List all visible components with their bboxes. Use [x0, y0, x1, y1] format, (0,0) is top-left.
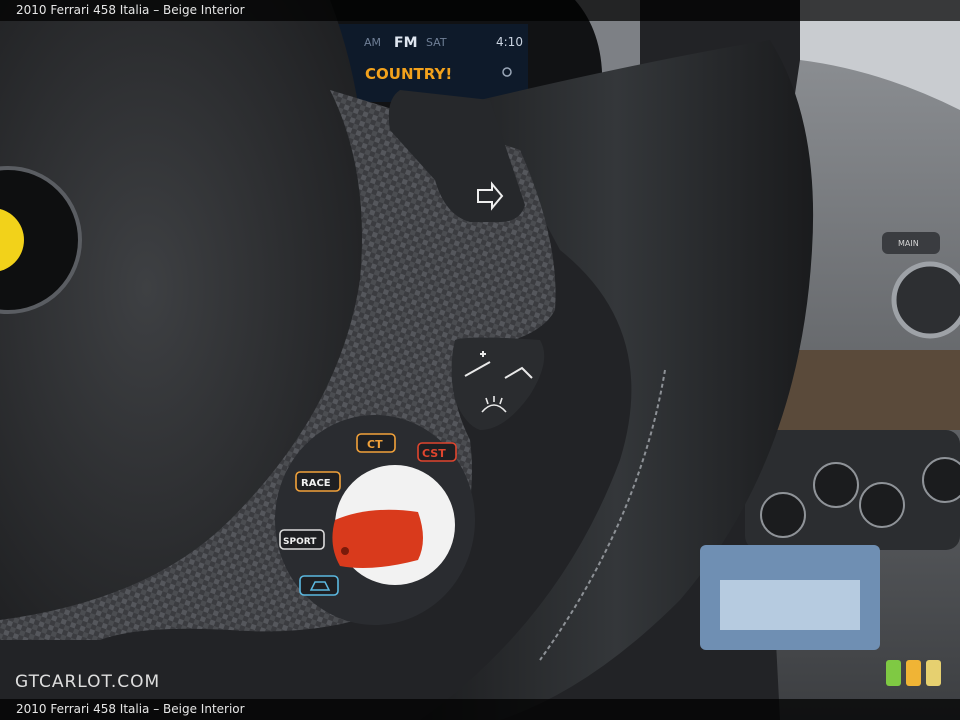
caption-top: 2010 Ferrari 458 Italia – Beige Interior — [0, 0, 960, 21]
radio-time: 4:10 — [496, 35, 523, 49]
watermark: GTCARLOT.COM — [15, 672, 161, 692]
navigation-screen-panel — [720, 580, 860, 630]
climate-knob-1[interactable] — [760, 492, 806, 538]
caption-bottom: 2010 Ferrari 458 Italia – Beige Interior — [0, 699, 960, 720]
radio-band-am: AM — [364, 36, 381, 49]
logo-block-yellow — [926, 660, 941, 686]
climate-knob-2[interactable] — [813, 462, 859, 508]
climate-knob-4[interactable] — [922, 457, 960, 503]
photo-frame: AM FM SAT 4:10 COUNTRY! UP CT CST RACE S… — [0, 0, 960, 720]
radio-band-fm: FM — [394, 35, 418, 51]
wet-mode-label[interactable] — [299, 575, 339, 596]
console-dial[interactable] — [891, 261, 960, 339]
radio-station: COUNTRY! — [365, 65, 452, 83]
manettino-knob[interactable] — [332, 509, 423, 568]
climate-knob-3[interactable] — [859, 482, 905, 528]
mode-sport-text: SPORT — [283, 537, 317, 547]
mode-race-text: RACE — [301, 478, 331, 489]
logo-block-green — [886, 660, 901, 686]
logo-block-orange — [906, 660, 921, 686]
console-main-label: MAIN — [898, 239, 919, 248]
mode-cst-text: CST — [422, 447, 446, 460]
wood-trim — [770, 350, 960, 430]
steering-wheel-photo: AM FM SAT 4:10 COUNTRY! UP CT CST RACE S… — [0, 0, 960, 720]
radio-band-sat: SAT — [426, 36, 447, 49]
manettino-pointer — [341, 547, 349, 555]
mode-ct-text: CT — [367, 438, 383, 451]
